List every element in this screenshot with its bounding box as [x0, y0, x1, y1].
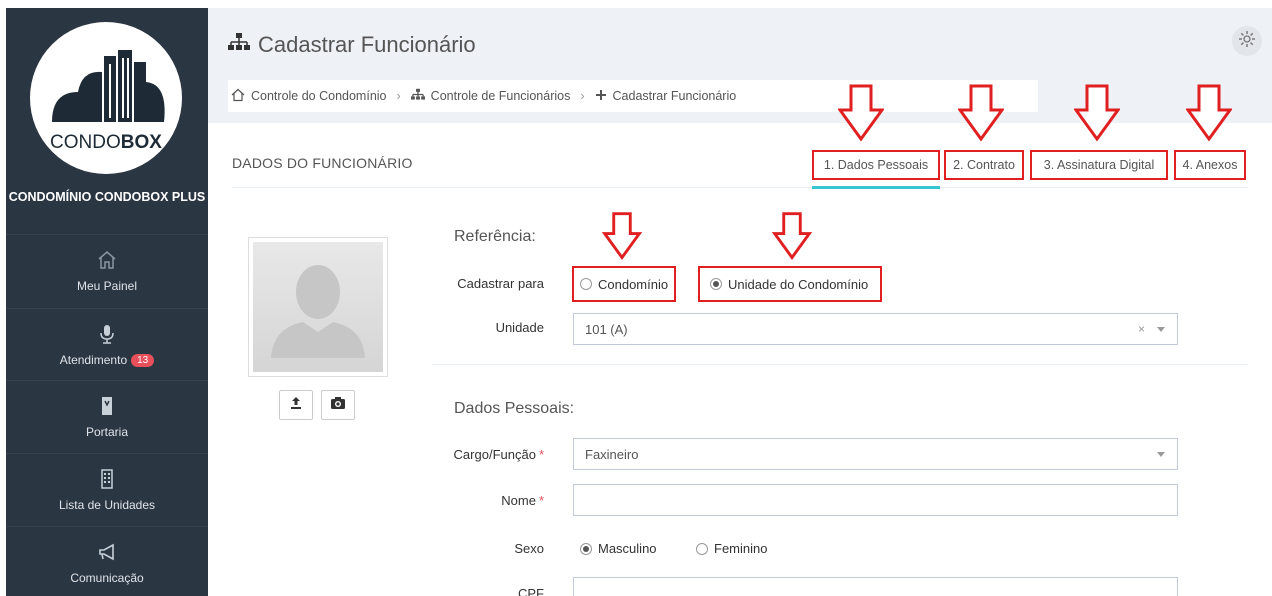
- required-mark: *: [538, 447, 544, 462]
- doorman-icon: [6, 395, 208, 417]
- sidebar-item-meu-painel[interactable]: Meu Painel: [6, 234, 208, 306]
- sidebar: CONDOBOX CONDOMÍNIO CONDOBOX PLUS Meu Pa…: [6, 8, 208, 596]
- sidebar-item-portaria[interactable]: Portaria: [6, 380, 208, 452]
- plus-icon: [595, 89, 607, 104]
- breadcrumb-separator: ›: [396, 89, 401, 103]
- sidebar-item-label: Lista de Unidades: [58, 498, 156, 512]
- annotation-arrow-down-icon: [601, 212, 643, 260]
- breadcrumb-current: Cadastrar Funcionário: [612, 89, 737, 103]
- annotation-arrow-down-icon: [838, 84, 884, 142]
- breadcrumb-separator: ›: [580, 89, 585, 103]
- camera-icon: [330, 396, 346, 415]
- tab-dados-pessoais[interactable]: 1. Dados Pessoais: [812, 150, 940, 180]
- megaphone-icon: [6, 541, 208, 563]
- breadcrumb-link-controle-condominio[interactable]: Controle do Condomínio: [251, 89, 387, 103]
- cpf-label: CPF: [518, 586, 544, 596]
- employee-photo: [248, 237, 388, 377]
- page-title: Cadastrar Funcionário: [228, 32, 476, 58]
- condobox-logo[interactable]: CONDOBOX: [30, 22, 182, 174]
- radio-condominio[interactable]: Condomínio: [572, 266, 677, 302]
- sidebar-item-lista-de-unidades[interactable]: Lista de Unidades: [6, 453, 208, 525]
- section-divider: [432, 364, 1248, 365]
- panel-title: DADOS DO FUNCIONÁRIO: [232, 155, 413, 171]
- radio-label: Unidade do Condomínio: [728, 276, 869, 292]
- unidade-select[interactable]: 101 (A) ×: [573, 313, 1178, 345]
- radio-circle[interactable]: [696, 542, 708, 555]
- cargo-selected-value: Faxineiro: [585, 446, 639, 462]
- annotation-arrow-down-icon: [958, 84, 1004, 142]
- sidebar-item-atendimento[interactable]: Atendimento 13: [6, 308, 208, 380]
- section-title-referencia: Referência:: [454, 228, 536, 245]
- radio-circle[interactable]: [580, 278, 592, 290]
- microphone-icon: [6, 323, 208, 345]
- sidebar-item-label: Portaria: [85, 425, 129, 439]
- radio-label: Condomínio: [598, 276, 669, 292]
- sidebar-item-comunicacao[interactable]: Comunicação: [6, 526, 208, 596]
- avatar-placeholder-icon: [271, 265, 365, 358]
- breadcrumb: Controle do Condomínio › Controle de Fun…: [228, 80, 1038, 112]
- take-photo-button[interactable]: [321, 390, 355, 420]
- condominium-name: CONDOMÍNIO CONDOBOX PLUS: [8, 190, 206, 204]
- tab-assinatura-digital[interactable]: 3. Assinatura Digital: [1030, 150, 1168, 180]
- logo-text: CONDOBOX: [50, 132, 162, 153]
- unidade-selected-value: 101 (A): [585, 321, 628, 337]
- sidebar-item-label: Meu Painel: [76, 279, 138, 293]
- sidebar-item-label: Atendimento: [59, 353, 128, 367]
- unidade-label: Unidade: [495, 320, 544, 335]
- gear-icon: [1238, 30, 1256, 53]
- tab-contrato[interactable]: 2. Contrato: [944, 150, 1024, 180]
- sexo-label: Sexo: [514, 541, 544, 556]
- breadcrumb-link-controle-funcionarios[interactable]: Controle de Funcionários: [431, 89, 571, 103]
- chevron-down-icon: [1157, 327, 1165, 332]
- upload-icon: [289, 396, 303, 415]
- annotation-arrow-down-icon: [771, 212, 813, 260]
- annotation-arrow-down-icon: [1074, 84, 1120, 142]
- notification-badge: 13: [131, 354, 155, 367]
- radio-masculino[interactable]: Masculino: [580, 541, 657, 556]
- radio-label: Masculino: [598, 541, 657, 556]
- sitemap-icon: [228, 32, 250, 58]
- nome-label: Nome *: [501, 493, 544, 508]
- radio-unidade-do-condominio[interactable]: Unidade do Condomínio: [698, 266, 883, 302]
- divider: [232, 187, 1248, 188]
- cpf-input[interactable]: [573, 577, 1178, 596]
- radio-circle[interactable]: [710, 278, 722, 290]
- radio-circle[interactable]: [580, 542, 592, 555]
- sitemap-icon: [410, 88, 425, 104]
- sidebar-item-label: Comunicação: [70, 571, 144, 585]
- upload-photo-button[interactable]: [279, 390, 313, 420]
- radio-label: Feminino: [714, 541, 768, 556]
- building-icon: [6, 468, 208, 490]
- chevron-down-icon: [1157, 452, 1165, 457]
- home-icon: [6, 249, 208, 271]
- section-title-dados-pessoais: Dados Pessoais:: [454, 400, 575, 417]
- home-icon: [231, 88, 245, 105]
- cadastrar-para-label: Cadastrar para: [457, 276, 544, 291]
- clear-selection-icon[interactable]: ×: [1138, 322, 1145, 336]
- cargo-label: Cargo/Função *: [453, 447, 544, 462]
- active-tab-indicator: [812, 186, 940, 189]
- nome-input[interactable]: [573, 484, 1178, 516]
- required-mark: *: [538, 493, 544, 508]
- tab-anexos[interactable]: 4. Anexos: [1174, 150, 1246, 180]
- radio-feminino[interactable]: Feminino: [696, 541, 767, 556]
- annotation-arrow-down-icon: [1186, 84, 1232, 142]
- cargo-select[interactable]: Faxineiro: [573, 438, 1178, 470]
- settings-button[interactable]: [1232, 26, 1262, 56]
